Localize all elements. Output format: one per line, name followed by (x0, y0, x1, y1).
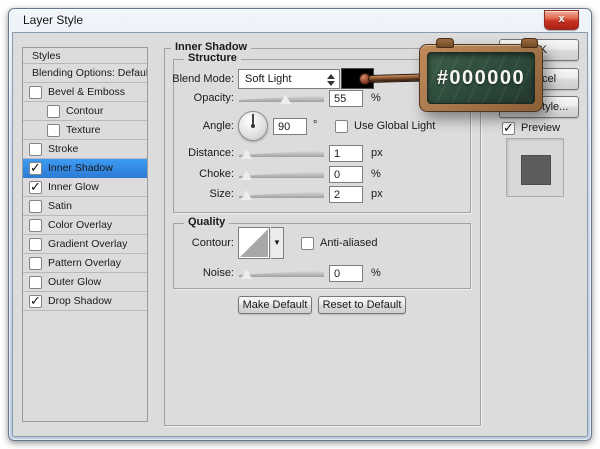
window-title: Layer Style (23, 13, 84, 27)
slider-track[interactable] (239, 191, 324, 198)
contour-dropdown-arrow-icon[interactable]: ▼ (271, 227, 284, 259)
preview-swatch (506, 138, 564, 197)
preview-checkbox[interactable] (502, 120, 515, 136)
angle-dial[interactable] (238, 111, 268, 141)
blend-mode-select[interactable]: Soft Light (238, 69, 340, 89)
slider-track[interactable] (239, 171, 324, 178)
blend-mode-label: Blend Mode: (172, 73, 234, 85)
contour-label: Contour: (191, 237, 234, 249)
distance-unit: px (371, 147, 383, 159)
structure-legend: Structure (184, 52, 241, 65)
sidebar-checkbox-texture[interactable] (47, 123, 60, 137)
distance-label: Distance: (188, 147, 234, 159)
sidebar-checkbox-inner-shadow[interactable] (29, 160, 42, 176)
opacity-slider[interactable] (239, 92, 324, 105)
noise-slider[interactable] (239, 267, 324, 280)
chalkboard-overlay: #000000 (419, 38, 543, 112)
angle-unit: ° (313, 119, 318, 131)
contour-picker[interactable] (238, 227, 270, 259)
sidebar-item-styles[interactable]: Styles (23, 48, 147, 64)
anti-aliased-checkbox[interactable] (301, 237, 314, 250)
opacity-label: Opacity: (193, 92, 234, 104)
size-unit: px (371, 188, 383, 200)
angle-input[interactable]: 90 (273, 118, 307, 135)
chalkboard-tab-icon (521, 38, 538, 48)
sidebar-checkbox-color-overlay[interactable] (29, 218, 42, 232)
choke-slider[interactable] (239, 168, 324, 181)
choke-input[interactable]: 0 (329, 166, 363, 183)
sidebar-checkbox-bevel-emboss[interactable] (29, 85, 42, 99)
size-input[interactable]: 2 (329, 186, 363, 203)
close-button[interactable]: x (544, 10, 579, 30)
sidebar-checkbox-satin[interactable] (29, 199, 42, 213)
slider-track[interactable] (239, 150, 324, 157)
stepper-icon[interactable] (324, 72, 337, 87)
sidebar-item-drop-shadow[interactable]: Drop Shadow (23, 292, 147, 311)
blend-mode-value: Soft Light (245, 73, 292, 85)
sidebar-checkbox-outer-glow[interactable] (29, 275, 42, 289)
preview-swatch-inner (521, 155, 551, 185)
preview-label: Preview (521, 122, 561, 134)
distance-slider[interactable] (239, 147, 324, 160)
sidebar-checkbox-drop-shadow[interactable] (29, 293, 42, 309)
use-global-light-checkbox[interactable] (335, 120, 348, 133)
slider-thumb[interactable] (241, 269, 252, 279)
sidebar-checkbox-pattern-overlay[interactable] (29, 256, 42, 270)
sidebar-item-label: Color Overlay (48, 219, 113, 231)
angle-hub (251, 124, 255, 128)
choke-label: Choke: (199, 168, 234, 180)
sidebar-checkbox-contour[interactable] (47, 104, 60, 118)
noise-label: Noise: (202, 267, 234, 279)
distance-input[interactable]: 1 (329, 145, 363, 162)
slider-thumb[interactable] (241, 190, 252, 200)
anti-aliased-label: Anti-aliased (320, 237, 378, 249)
noise-input[interactable]: 0 (329, 265, 363, 282)
sidebar-item-label: Drop Shadow (48, 295, 112, 307)
sidebar-item-label: Styles (32, 49, 61, 62)
size-slider[interactable] (239, 188, 324, 201)
chalkboard-tab-icon (436, 38, 454, 48)
opacity-unit: % (371, 92, 381, 104)
titlebar[interactable]: Layer Style x (9, 9, 591, 32)
contour-preview (240, 229, 268, 257)
slider-thumb[interactable] (241, 149, 252, 159)
sidebar-checkbox-inner-glow[interactable] (29, 179, 42, 195)
quality-legend: Quality (184, 216, 230, 229)
sidebar-checkbox-stroke[interactable] (29, 142, 42, 156)
choke-unit: % (371, 168, 381, 180)
angle-label: Angle: (202, 120, 234, 132)
sidebar-item-label: Satin (48, 200, 72, 212)
slider-track[interactable] (239, 95, 324, 102)
opacity-input[interactable]: 55 (329, 90, 363, 107)
sidebar-item-color-overlay[interactable]: Color Overlay (23, 216, 147, 235)
reset-to-default-button[interactable]: Reset to Default (318, 296, 406, 314)
slider-track[interactable] (239, 270, 324, 277)
sidebar-item-label: Contour (66, 105, 104, 117)
noise-unit: % (371, 267, 381, 279)
sidebar-checkbox-gradient-overlay[interactable] (29, 237, 42, 251)
size-label: Size: (209, 188, 234, 200)
close-icon: x (558, 13, 565, 25)
make-default-button[interactable]: Make Default (238, 296, 312, 314)
hex-color-callout: #000000 (427, 52, 535, 104)
slider-thumb[interactable] (241, 170, 252, 180)
use-global-light-label: Use Global Light (354, 120, 436, 132)
